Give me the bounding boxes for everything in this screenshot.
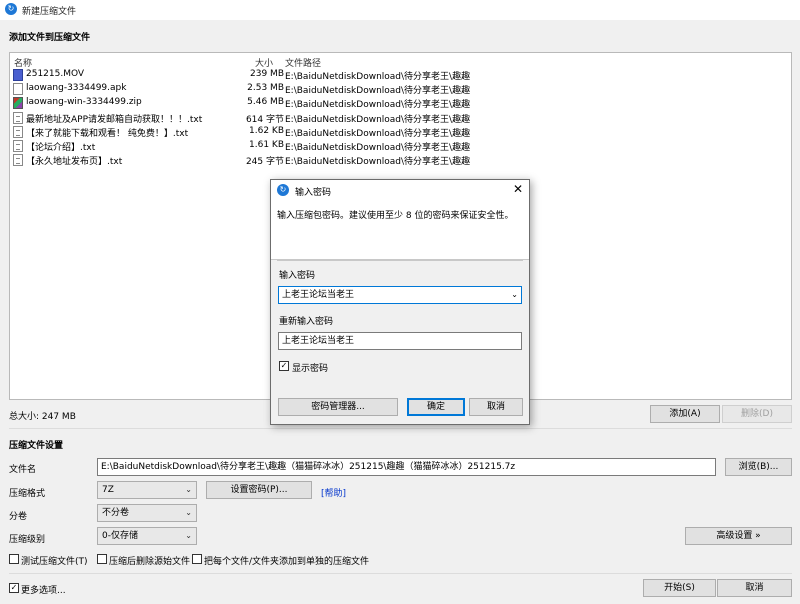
password-input[interactable]: 上老王论坛当老王 ⌄ bbox=[278, 286, 522, 304]
video-icon bbox=[13, 69, 23, 81]
file-size: 614 字节 bbox=[245, 114, 284, 125]
window-title: 新建压缩文件 bbox=[22, 7, 77, 17]
filename-label: 文件名 bbox=[9, 465, 37, 475]
file-row[interactable]: 251215.MOV 239 MB E:\BaiduNetdiskDownload\… bbox=[10, 68, 480, 82]
file-path: E:\BaiduNetdiskDownload\待分享老王\趣趣 bbox=[285, 86, 471, 97]
more-options-checkbox[interactable]: ✓ bbox=[9, 583, 19, 593]
add-button[interactable]: 添加(A) bbox=[650, 405, 720, 423]
ok-button[interactable]: 确定 bbox=[407, 398, 465, 416]
file-name: 【论坛介绍】.txt bbox=[26, 143, 96, 153]
file-path: E:\BaiduNetdiskDownload\待分享老王\趣趣 bbox=[285, 114, 471, 125]
format-value: 7Z bbox=[102, 485, 114, 495]
file-row[interactable]: 最新地址及APP请发邮箱自动获取！！！.txt 614 字节 E:\BaiduNet… bbox=[10, 111, 480, 125]
split-label: 分卷 bbox=[9, 512, 28, 522]
password-dialog: ↻ 输入密码 ✕ 输入压缩包密码。建议使用至少 8 位的密码来保证安全性。 输入… bbox=[270, 179, 530, 425]
delete-button[interactable]: 删除(D) bbox=[722, 405, 792, 423]
text-file-icon bbox=[13, 111, 23, 124]
file-row[interactable]: laowang-win-3334499.zip 5.46 MB E:\BaiduNe… bbox=[10, 96, 480, 110]
chevron-down-icon: ⌄ bbox=[185, 485, 192, 494]
help-link[interactable]: [帮助] bbox=[321, 486, 346, 499]
text-file-icon bbox=[13, 125, 23, 138]
browse-button[interactable]: 浏览(B)... bbox=[725, 458, 792, 476]
text-file-icon bbox=[13, 154, 23, 167]
level-value: 0-仅存储 bbox=[102, 531, 138, 541]
dialog-title-bar: ↻ 输入密码 ✕ bbox=[271, 180, 529, 200]
file-size: 1.61 KB bbox=[249, 140, 284, 150]
each-separate-label: 把每个文件/文件夹添加到单独的压缩文件 bbox=[204, 557, 370, 567]
app-logo-icon: ↻ bbox=[277, 184, 289, 196]
level-select[interactable]: 0-仅存储 ⌄ bbox=[97, 527, 197, 545]
dialog-title: 输入密码 bbox=[295, 188, 332, 198]
dialog-description-area: 输入压缩包密码。建议使用至少 8 位的密码来保证安全性。 bbox=[271, 200, 529, 260]
file-name: 【来了就能下载和观看！ 纯免费！】.txt bbox=[26, 128, 189, 139]
file-name: laowang-win-3334499.zip bbox=[26, 97, 142, 108]
advanced-settings-button[interactable]: 高级设置 » bbox=[685, 527, 792, 545]
divider bbox=[9, 573, 792, 574]
more-options-label: 更多选项... bbox=[21, 586, 66, 596]
set-password-button[interactable]: 设置密码(P)... bbox=[206, 481, 312, 499]
close-icon[interactable]: ✕ bbox=[513, 182, 523, 196]
chevron-down-icon: ⌄ bbox=[185, 531, 192, 540]
file-name: 最新地址及APP请发邮箱自动获取！！！.txt bbox=[26, 114, 203, 125]
file-size: 5.46 MB bbox=[247, 97, 284, 108]
app-logo-icon: ↻ bbox=[5, 3, 17, 15]
delete-source-label: 压缩后删除源始文件 bbox=[109, 557, 191, 567]
start-button[interactable]: 开始(S) bbox=[643, 579, 716, 597]
format-label: 压缩格式 bbox=[9, 489, 46, 499]
total-size: 总大小: 247 MB bbox=[9, 412, 76, 422]
file-name: laowang-3334499.apk bbox=[26, 83, 127, 94]
dialog-cancel-button[interactable]: 取消 bbox=[469, 398, 523, 416]
show-password-label: 显示密码 bbox=[292, 364, 329, 374]
file-path: E:\BaiduNetdiskDownload\待分享老王\趣趣 bbox=[285, 157, 471, 168]
show-password-checkbox[interactable]: ✓ bbox=[279, 361, 289, 371]
title-bar: ↻ 新建压缩文件 bbox=[0, 0, 800, 20]
file-size: 239 MB bbox=[250, 69, 284, 79]
file-size: 245 字节 bbox=[245, 157, 284, 168]
file-path: E:\BaiduNetdiskDownload\待分享老王\趣趣 bbox=[285, 143, 471, 153]
filename-input[interactable]: E:\BaiduNetdiskDownload\待分享老王\趣趣（猫猫碎冰冰）2… bbox=[97, 458, 716, 476]
password-manager-button[interactable]: 密码管理器... bbox=[278, 398, 398, 416]
test-archive-checkbox[interactable] bbox=[9, 554, 19, 564]
format-select[interactable]: 7Z ⌄ bbox=[97, 481, 197, 499]
divider bbox=[277, 260, 523, 261]
dialog-description: 输入压缩包密码。建议使用至少 8 位的密码来保证安全性。 bbox=[277, 211, 514, 221]
file-size: 1.62 KB bbox=[249, 125, 284, 136]
confirm-password-label: 重新输入密码 bbox=[279, 317, 334, 327]
file-name: 251215.MOV bbox=[26, 69, 85, 79]
settings-section-title: 压缩文件设置 bbox=[9, 441, 64, 451]
file-row[interactable]: 【来了就能下载和观看！ 纯免费！】.txt 1.62 KB E:\BaiduNetd… bbox=[10, 125, 480, 139]
file-path: E:\BaiduNetdiskDownload\待分享老王\趣趣 bbox=[285, 128, 471, 139]
file-path: E:\BaiduNetdiskDownload\待分享老王\趣趣 bbox=[285, 72, 471, 82]
archive-icon bbox=[13, 97, 23, 110]
file-row[interactable]: 【永久地址发布页】.txt 245 字节 E:\BaiduNetdiskDownlo… bbox=[10, 153, 480, 167]
divider bbox=[9, 428, 792, 429]
apk-icon bbox=[13, 83, 23, 96]
add-files-section-title: 添加文件到压缩文件 bbox=[9, 33, 91, 43]
text-file-icon bbox=[13, 140, 23, 152]
password-value: 上老王论坛当老王 bbox=[282, 290, 355, 300]
file-row[interactable]: laowang-3334499.apk 2.53 MB E:\BaiduNetdis… bbox=[10, 82, 480, 96]
password-label: 输入密码 bbox=[279, 271, 316, 281]
test-archive-label: 测试压缩文件(T) bbox=[21, 557, 88, 567]
split-value: 不分卷 bbox=[102, 508, 130, 518]
split-select[interactable]: 不分卷 ⌄ bbox=[97, 504, 197, 522]
cancel-button[interactable]: 取消 bbox=[717, 579, 792, 597]
delete-source-checkbox[interactable] bbox=[97, 554, 107, 564]
each-separate-checkbox[interactable] bbox=[192, 554, 202, 564]
chevron-down-icon[interactable]: ⌄ bbox=[511, 287, 518, 303]
confirm-password-input[interactable]: 上老王论坛当老王 bbox=[278, 332, 522, 350]
file-name: 【永久地址发布页】.txt bbox=[26, 157, 123, 168]
chevron-down-icon: ⌄ bbox=[185, 508, 192, 517]
level-label: 压缩级别 bbox=[9, 535, 46, 545]
file-size: 2.53 MB bbox=[247, 83, 284, 94]
file-path: E:\BaiduNetdiskDownload\待分享老王\趣趣 bbox=[285, 100, 471, 111]
file-row[interactable]: 【论坛介绍】.txt 1.61 KB E:\BaiduNetdiskDownload… bbox=[10, 139, 480, 153]
